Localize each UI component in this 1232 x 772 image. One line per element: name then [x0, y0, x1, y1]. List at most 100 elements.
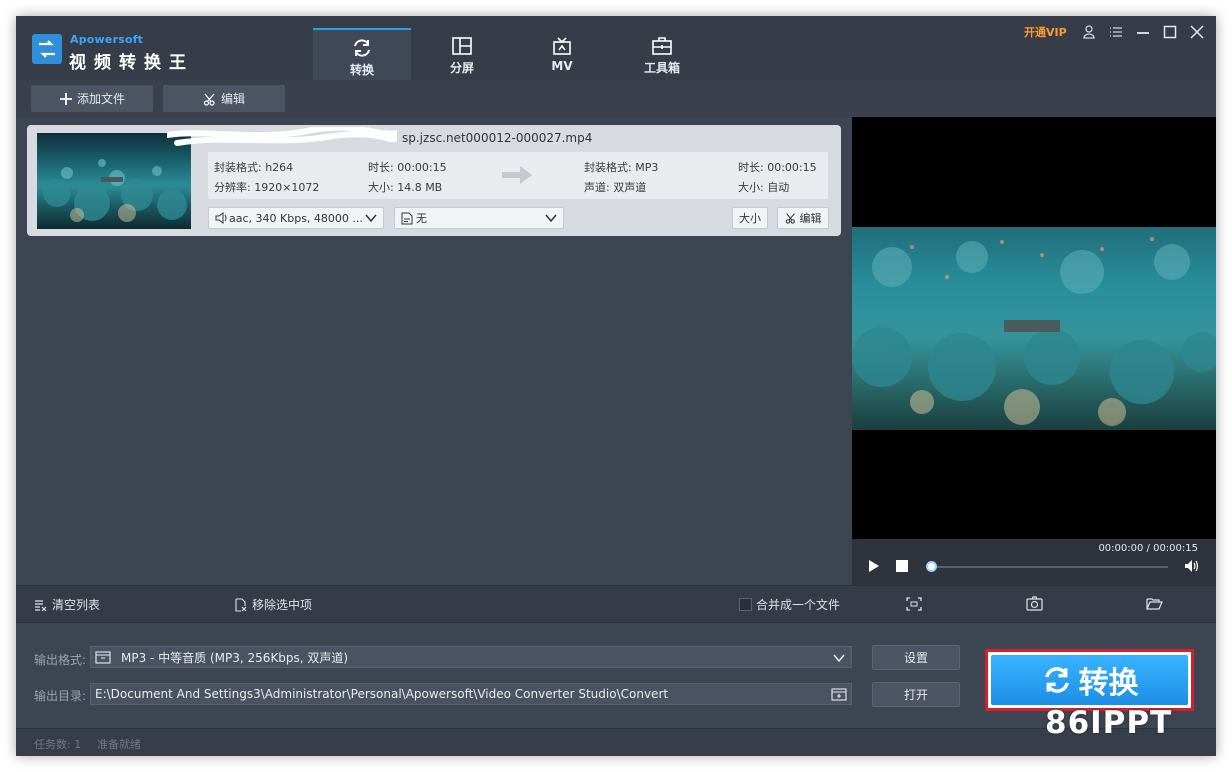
vip-link[interactable]: 开通VIP	[1024, 24, 1067, 40]
toolbar: 添加文件 编辑	[16, 80, 1216, 117]
file-info-box: 封装格式: h264 分辨率: 1920×1072 时长: 00:00:15 大…	[208, 152, 828, 199]
convert-button[interactable]: 转换	[991, 655, 1188, 705]
remove-selected-button[interactable]: 移除选中项	[234, 596, 312, 613]
refresh-icon	[1044, 667, 1069, 693]
output-dir-label: 输出目录:	[34, 689, 87, 703]
src-format: 封装格式: h264	[214, 161, 294, 174]
tv-icon	[553, 37, 571, 55]
user-icon[interactable]	[1081, 24, 1097, 40]
chevron-down-icon	[833, 654, 845, 663]
output-dir-value: E:\Document And Settings3\Administrator\…	[95, 687, 669, 701]
status-text: 准备就绪	[97, 738, 141, 751]
clear-list-button[interactable]: 清空列表	[34, 596, 100, 613]
edit-label: 编辑	[220, 92, 245, 106]
file-list-panel: sp.jzsc.net000012-000027.mp4 封装格式: h264 …	[16, 117, 852, 585]
audio-track-value: aac, 340 Kbps, 48000 ...	[229, 211, 363, 225]
video-frame	[852, 227, 1216, 430]
settings-button-label: 设置	[903, 651, 928, 665]
close-icon[interactable]	[1189, 24, 1205, 40]
tab-mv-label: MV	[551, 59, 573, 73]
speaker-icon	[215, 212, 227, 224]
audio-track-select[interactable]: aac, 340 Kbps, 48000 ...	[208, 207, 384, 229]
chevron-down-icon	[365, 214, 377, 223]
tab-toolbox-label: 工具箱	[643, 61, 680, 75]
camera-icon[interactable]	[1026, 596, 1043, 611]
brand-name-cn: 视频转换王	[69, 53, 194, 73]
split-screen-icon	[452, 37, 472, 55]
seek-bar[interactable]	[932, 566, 1168, 568]
size-button[interactable]: 大小	[732, 207, 768, 229]
app-window: Apowersoft 视频转换王 转换 分屏 MV 工具箱 开通VIP 添加文件	[16, 16, 1216, 756]
subtitle-file-icon	[401, 212, 413, 224]
merge-checkbox-box[interactable]	[739, 598, 752, 611]
tab-toolbox[interactable]: 工具箱	[613, 28, 711, 80]
merge-label: 合并成一个文件	[756, 598, 841, 612]
tab-convert[interactable]: 转换	[313, 28, 411, 80]
merge-checkbox[interactable]: 合并成一个文件	[739, 596, 840, 613]
seek-handle[interactable]	[926, 561, 937, 572]
plus-icon	[59, 92, 72, 105]
scissors-icon	[203, 93, 215, 106]
chevron-down-icon	[545, 214, 557, 223]
scissors-icon	[785, 213, 795, 224]
app-logo-icon	[32, 34, 62, 64]
video-preview	[852, 117, 1216, 585]
subtitle-value: 无	[416, 212, 427, 225]
fullscreen-icon[interactable]	[906, 597, 922, 611]
open-folder-icon[interactable]	[1146, 597, 1163, 610]
browse-folder-icon[interactable]	[831, 687, 847, 701]
dst-format: 封装格式: MP3	[584, 161, 659, 174]
redaction-scribble	[167, 127, 397, 146]
play-icon[interactable]	[868, 559, 880, 573]
open-button-label: 打开	[903, 688, 928, 702]
list-item[interactable]: sp.jzsc.net000012-000027.mp4 封装格式: h264 …	[27, 125, 841, 236]
add-file-label: 添加文件	[76, 92, 125, 106]
convert-button-label: 转换	[1078, 666, 1139, 701]
tab-split-screen[interactable]: 分屏	[413, 28, 511, 80]
item-edit-button[interactable]: 编辑	[777, 207, 829, 229]
preview-action-bar	[852, 585, 1216, 622]
clear-list-icon	[35, 599, 47, 611]
output-format-select[interactable]: MP3 - 中等音质 (MP3, 256Kbps, 双声道)	[90, 646, 852, 668]
src-resolution: 分辨率: 1920×1072	[214, 181, 320, 194]
toolbox-icon	[652, 37, 672, 55]
menu-list-icon[interactable]	[1108, 24, 1124, 40]
maximize-icon[interactable]	[1162, 24, 1178, 40]
output-settings: 输出格式: MP3 - 中等音质 (MP3, 256Kbps, 双声道) 输出目…	[16, 622, 1216, 728]
tab-split-screen-label: 分屏	[449, 61, 474, 75]
brand-name-en: Apowersoft	[70, 33, 144, 46]
stop-icon[interactable]	[896, 560, 908, 572]
task-count: 任务数: 1	[34, 738, 82, 751]
add-file-button[interactable]: 添加文件	[31, 85, 153, 112]
item-edit-label: 编辑	[799, 212, 822, 225]
output-dir-field[interactable]: E:\Document And Settings3\Administrator\…	[90, 683, 852, 705]
subtitle-select[interactable]: 无	[394, 207, 564, 229]
player-controls: 00:00:00 / 00:00:15	[852, 539, 1216, 585]
dst-size: 大小: 自动	[738, 181, 790, 194]
output-format-label: 输出格式:	[34, 653, 87, 667]
timecode: 00:00:00 / 00:00:15	[1098, 543, 1198, 554]
tab-mv[interactable]: MV	[513, 28, 611, 80]
open-button[interactable]: 打开	[872, 682, 960, 707]
dst-channel: 声道: 双声道	[584, 181, 647, 194]
list-action-bar: 清空列表 移除选中项 合并成一个文件	[16, 585, 852, 622]
file-name: sp.jzsc.net000012-000027.mp4	[402, 131, 593, 145]
edit-button[interactable]: 编辑	[163, 85, 285, 112]
remove-selected-label: 移除选中项	[252, 598, 313, 612]
status-bar: 任务数: 1 准备就绪	[16, 728, 1216, 756]
minimize-icon[interactable]	[1135, 24, 1151, 40]
title-bar: Apowersoft 视频转换王 转换 分屏 MV 工具箱 开通VIP	[16, 16, 1216, 80]
src-duration: 时长: 00:00:15	[368, 161, 447, 174]
tab-convert-label: 转换	[349, 63, 374, 77]
remove-file-icon	[235, 597, 247, 612]
refresh-icon	[354, 39, 370, 57]
watermark: 86IPPT	[1045, 705, 1173, 741]
size-button-label: 大小	[739, 212, 761, 225]
dst-duration: 时长: 00:00:15	[738, 161, 817, 174]
clear-list-label: 清空列表	[52, 598, 101, 612]
settings-button[interactable]: 设置	[872, 645, 960, 670]
arrow-right-icon	[502, 166, 532, 184]
convert-highlight: 转换	[985, 649, 1194, 711]
src-size: 大小: 14.8 MB	[368, 181, 443, 194]
volume-icon[interactable]	[1184, 559, 1200, 573]
